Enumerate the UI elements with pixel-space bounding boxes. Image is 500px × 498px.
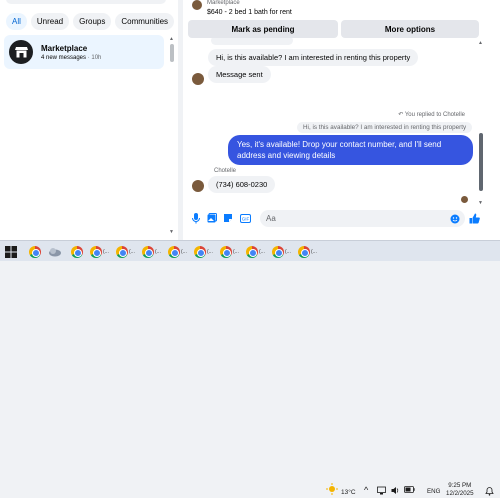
taskbar-chrome-app[interactable] (66, 244, 88, 259)
listing-source: Marketplace (207, 0, 240, 6)
cloud-app-icon (49, 247, 61, 256)
search-input[interactable] (6, 0, 166, 4)
taskbar-chrome-window[interactable]: (... (142, 244, 161, 259)
chrome-icon (90, 245, 102, 258)
taskbar-chrome-window[interactable]: (... (272, 244, 291, 259)
gif-icon[interactable]: GIF (239, 212, 251, 224)
sticker-icon[interactable] (222, 212, 234, 224)
clock-date: 12/2/2025 (446, 490, 474, 497)
message-bubble-incoming: (734) 608-0230 (208, 176, 276, 193)
taskbar-explorer-app[interactable] (44, 244, 66, 259)
filter-unread[interactable]: Unread (30, 13, 70, 30)
emoji-icon[interactable] (449, 213, 461, 225)
chat-subtitle: 4 new messages (41, 54, 87, 61)
like-thumb-icon[interactable] (468, 212, 480, 224)
chrome-icon (194, 245, 206, 258)
thread-scrollbar[interactable] (479, 133, 483, 191)
volume-icon[interactable] (391, 486, 400, 497)
filter-groups[interactable]: Groups (73, 13, 112, 30)
gallery-icon[interactable] (206, 212, 218, 224)
listing-thumbnail[interactable] (192, 0, 202, 10)
start-button[interactable] (5, 244, 17, 259)
store-icon (9, 40, 33, 64)
tray-expand-icon[interactable]: ^ (364, 485, 368, 495)
seen-indicator-avatar (461, 196, 468, 203)
sender-name: Chotelle (214, 168, 237, 174)
message-bubble-incoming: Message sent (208, 66, 271, 83)
avatar (192, 73, 204, 85)
microphone-icon[interactable] (190, 212, 202, 224)
weather-icon[interactable] (326, 483, 338, 497)
chat-item-marketplace[interactable]: Marketplace 4 new messages · 10h (4, 35, 164, 69)
message-composer: GIF (183, 208, 500, 230)
chat-list-panel: All Unread Groups Communities Marketplac… (0, 0, 178, 240)
mark-as-pending-button[interactable]: Mark as pending (188, 20, 338, 38)
taskbar-chrome-window[interactable]: (... (90, 244, 109, 259)
scroll-up-arrow-icon[interactable]: ▲ (478, 40, 483, 46)
messenger-window: All Unread Groups Communities Marketplac… (0, 0, 500, 240)
taskbar-chrome-app[interactable] (24, 244, 46, 259)
avatar (192, 180, 204, 192)
listing-title[interactable]: $640 - 2 bed 1 bath for rent (207, 9, 292, 16)
taskbar-chrome-window[interactable]: (... (298, 244, 317, 259)
chat-list-scrollbar[interactable] (170, 44, 174, 62)
chat-time: · 10h (87, 54, 102, 61)
taskbar-chrome-window[interactable]: (... (168, 244, 187, 259)
chat-title: Marketplace (41, 43, 88, 53)
message-bubble-partial (211, 38, 293, 45)
taskbar-chrome-window-active[interactable]: (... (246, 244, 265, 259)
quoted-message: Hi, is this available? I am interested i… (297, 122, 473, 133)
battery-icon[interactable] (404, 486, 415, 495)
svg-text:GIF: GIF (241, 216, 249, 221)
chrome-icon (168, 245, 180, 258)
message-input[interactable] (260, 210, 465, 227)
filter-all[interactable]: All (6, 13, 27, 30)
conversation-panel: Marketplace $640 - 2 bed 1 bath for rent… (183, 0, 500, 240)
windows-taskbar: (... (... (... (... (... (... (... (... … (0, 240, 500, 497)
weather-temperature[interactable]: 13°C (341, 489, 356, 496)
scroll-down-arrow-icon[interactable]: ▼ (478, 200, 483, 206)
reply-arrow-icon: ↶ (398, 112, 404, 118)
taskbar-chrome-window[interactable]: (... (116, 244, 135, 259)
chrome-icon (220, 245, 232, 258)
chrome-icon (29, 245, 41, 258)
network-icon[interactable] (377, 486, 386, 497)
reply-label: You replied to Chotelle (404, 112, 465, 118)
chrome-icon (272, 245, 284, 258)
filter-communities[interactable]: Communities (115, 13, 175, 30)
chrome-icon (298, 245, 310, 258)
message-thread: Hi, is this available? I am interested i… (183, 38, 500, 208)
notification-bell-icon[interactable] (485, 486, 494, 498)
clock-time: 9:25 PM (448, 482, 472, 489)
language-indicator[interactable]: ENG (427, 488, 440, 495)
system-clock[interactable]: 9:25 PM 12/2/2025 (446, 482, 474, 498)
chrome-icon (71, 245, 83, 258)
scroll-down-arrow-icon[interactable]: ▼ (169, 229, 174, 235)
chrome-icon (142, 245, 154, 258)
message-bubble-incoming: Hi, is this available? I am interested i… (208, 49, 419, 66)
taskbar-chrome-window[interactable]: (... (220, 244, 239, 259)
taskbar-chrome-window[interactable]: (... (194, 244, 213, 259)
more-options-button[interactable]: More options (341, 20, 479, 38)
chrome-icon (246, 245, 258, 258)
message-bubble-outgoing: Yes, it's available! Drop your contact n… (228, 135, 473, 165)
scroll-up-arrow-icon[interactable]: ▲ (169, 36, 174, 42)
reply-indicator: ↶ You replied to Chotelle (398, 111, 465, 118)
chrome-icon (116, 245, 128, 258)
filter-chips: All Unread Groups Communities (6, 13, 175, 30)
